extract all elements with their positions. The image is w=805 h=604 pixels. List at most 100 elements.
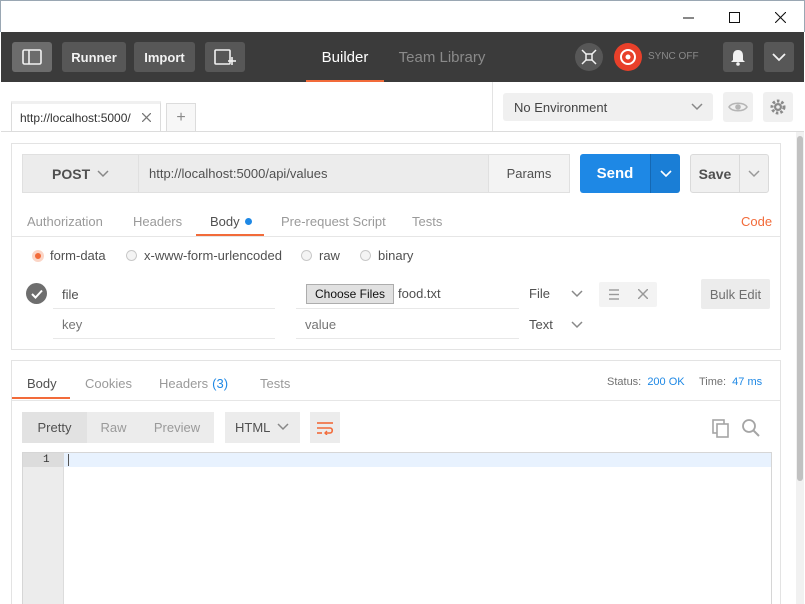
chevron-down-icon — [571, 289, 583, 297]
tab-body[interactable]: Body — [210, 206, 252, 236]
format-raw-button[interactable]: Raw — [87, 412, 140, 443]
radio-form-data[interactable]: form-data — [32, 248, 106, 263]
tab-headers[interactable]: Headers — [133, 206, 182, 236]
new-key-input[interactable] — [53, 311, 275, 337]
save-button[interactable]: Save — [690, 154, 740, 193]
drag-handle-icon[interactable] — [609, 289, 619, 300]
method-select-value: POST — [52, 165, 91, 182]
radio-raw-indicator — [301, 250, 312, 261]
save-options-button[interactable] — [739, 154, 769, 193]
new-window-icon — [214, 49, 236, 65]
environment-settings-button[interactable] — [763, 92, 793, 122]
radio-binary[interactable]: binary — [360, 248, 413, 263]
language-select[interactable]: HTML — [225, 412, 300, 443]
form-key-value: file — [62, 286, 79, 302]
code-link-label: Code — [741, 213, 773, 229]
page-scrollbar-thumb[interactable] — [797, 136, 803, 481]
search-icon — [742, 419, 760, 437]
response-tab-cookies[interactable]: Cookies — [85, 368, 132, 398]
window-titlebar — [0, 0, 805, 32]
response-tab-headers[interactable]: Headers (3) — [159, 368, 228, 398]
new-field-type-value: Text — [529, 317, 553, 332]
import-button[interactable]: Import — [134, 42, 195, 72]
field-type-select[interactable]: File — [529, 286, 583, 301]
environment-select[interactable]: No Environment — [503, 93, 713, 121]
params-button[interactable]: Params — [488, 154, 570, 193]
response-tab-body-indicator — [12, 397, 70, 399]
radio-binary-indicator — [360, 250, 371, 261]
radio-raw-label: raw — [319, 248, 340, 263]
row-enabled-checkbox[interactable] — [26, 283, 47, 304]
sync-button[interactable] — [614, 43, 642, 71]
response-status: Status: 200 OK — [607, 376, 685, 388]
copy-button[interactable] — [711, 418, 731, 441]
divider — [492, 82, 493, 132]
add-tab-button[interactable]: + — [166, 103, 196, 132]
tab-pre-request-script[interactable]: Pre-request Script — [281, 206, 386, 236]
tab-builder-label: Builder — [321, 48, 369, 66]
header-menu-button[interactable] — [764, 42, 794, 72]
new-value-input[interactable] — [296, 311, 519, 337]
format-pretty-button[interactable]: Pretty — [22, 412, 87, 443]
runner-button[interactable]: Runner — [62, 42, 126, 72]
minimize-icon[interactable] — [665, 1, 711, 33]
new-field-type-select[interactable]: Text — [529, 317, 583, 332]
status-value: 200 OK — [647, 376, 685, 388]
maximize-icon[interactable] — [711, 1, 757, 33]
format-preview-button[interactable]: Preview — [140, 412, 214, 443]
method-select[interactable]: POST — [22, 154, 139, 193]
response-tab-body-label: Body — [27, 375, 57, 391]
request-tab[interactable]: http://localhost:5000/ — [11, 101, 161, 132]
row-actions — [599, 282, 657, 307]
divider — [296, 338, 519, 339]
tab-tests[interactable]: Tests — [412, 206, 442, 236]
choose-files-button[interactable]: Choose Files — [306, 284, 394, 304]
response-body-editor[interactable] — [22, 452, 772, 604]
url-input[interactable]: http://localhost:5000/api/values — [138, 154, 489, 193]
send-button[interactable]: Send — [580, 154, 650, 193]
new-window-button[interactable] — [205, 42, 245, 72]
send-options-button[interactable] — [650, 154, 680, 193]
interceptor-button[interactable] — [575, 43, 603, 71]
body-modified-dot — [244, 217, 252, 225]
form-key-input[interactable]: file — [53, 279, 275, 309]
divider — [12, 236, 780, 237]
tab-team-library[interactable]: Team Library — [396, 32, 488, 82]
close-icon[interactable] — [757, 1, 803, 33]
delete-row-icon[interactable] — [638, 289, 648, 299]
radio-x-www-form-urlencoded-label: x-www-form-urlencoded — [144, 248, 282, 263]
notifications-button[interactable] — [723, 42, 753, 72]
satellite-icon — [581, 49, 597, 65]
divider — [296, 308, 519, 309]
gear-icon — [770, 99, 786, 115]
response-time: Time: 47 ms — [699, 376, 762, 388]
editor-gutter — [23, 453, 64, 604]
tab-builder[interactable]: Builder — [306, 32, 384, 82]
response-tab-tests[interactable]: Tests — [260, 368, 290, 398]
wrap-lines-button[interactable] — [310, 412, 340, 443]
copy-icon — [712, 419, 729, 438]
radio-form-data-label: form-data — [50, 248, 106, 263]
tab-tests-label: Tests — [412, 213, 443, 229]
app-header: Runner Import Builder Team Library SYNC … — [1, 32, 804, 82]
code-link[interactable]: Code — [741, 206, 772, 236]
radio-form-data-indicator — [32, 249, 44, 262]
status-label: Status: — [607, 376, 642, 388]
radio-x-www-form-urlencoded[interactable]: x-www-form-urlencoded — [126, 248, 282, 263]
checkmark-icon — [30, 289, 43, 299]
bulk-edit-button[interactable]: Bulk Edit — [701, 279, 770, 309]
sync-status-label: SYNC OFF — [648, 51, 699, 62]
radio-raw[interactable]: raw — [301, 248, 340, 263]
chevron-down-icon — [748, 169, 760, 177]
tab-pre-request-script-label: Pre-request Script — [281, 213, 386, 229]
radio-binary-label: binary — [378, 248, 414, 263]
tab-authorization[interactable]: Authorization — [27, 206, 103, 236]
tab-body-label: Body — [210, 213, 240, 229]
environment-quicklook-button[interactable] — [723, 92, 753, 122]
response-tab-body[interactable]: Body — [27, 368, 57, 398]
environment-select-value: No Environment — [514, 99, 608, 115]
close-icon[interactable] — [142, 113, 151, 122]
tab-headers-label: Headers — [133, 213, 183, 229]
toggle-sidebar-button[interactable] — [12, 42, 52, 72]
search-button[interactable] — [741, 418, 761, 441]
